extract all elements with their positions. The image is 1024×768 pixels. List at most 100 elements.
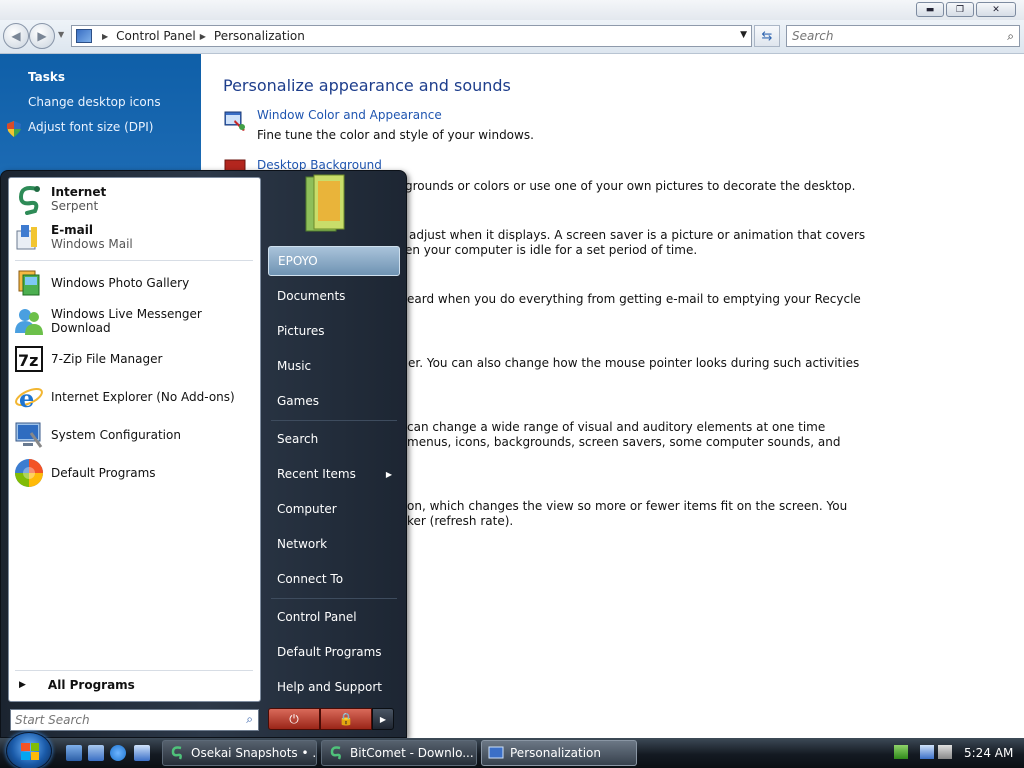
- desc-fragment: adjust when it displays. A screen saver …: [409, 228, 866, 242]
- computer-label: Computer: [277, 502, 337, 516]
- address-bar[interactable]: ▶ Control Panel ▶ Personalization ▼: [71, 25, 752, 47]
- security-icon[interactable]: [894, 745, 908, 759]
- recent-program[interactable]: 7z 7-Zip File Manager: [13, 343, 162, 375]
- breadcrumb-personalization[interactable]: Personalization: [214, 29, 305, 43]
- start-search-box[interactable]: ⌕: [10, 709, 259, 731]
- taskbar-button-bitcomet[interactable]: BitComet - Downlo...: [321, 740, 477, 766]
- divider: [271, 598, 397, 599]
- user-picture-icon: [305, 174, 345, 232]
- address-dropdown-icon[interactable]: ▼: [740, 30, 747, 40]
- photo-gallery-icon: [18, 270, 40, 296]
- svg-text:e: e: [19, 384, 34, 413]
- caption-buttons: ▬ ❐ ✕: [916, 2, 1016, 17]
- pinned-internet-subtitle: Serpent: [51, 199, 99, 213]
- pinned-internet-title: Internet: [51, 185, 107, 199]
- window-color-link[interactable]: Window Color and Appearance: [257, 108, 442, 122]
- recent-program-label: System Configuration: [51, 428, 181, 442]
- pinned-email[interactable]: E-mail Windows Mail: [13, 221, 133, 253]
- search-icon[interactable]: ⌕: [246, 712, 253, 727]
- control-panel-icon: [488, 746, 504, 759]
- system-tray: 5:24 AM: [886, 738, 1024, 768]
- computer-item[interactable]: Computer: [268, 494, 400, 524]
- recent-program[interactable]: System Configuration: [13, 419, 181, 451]
- connect-to-item[interactable]: Connect To: [268, 564, 400, 594]
- search-label: Search: [277, 432, 319, 446]
- recent-program[interactable]: Default Programs: [13, 457, 156, 489]
- default-programs-label: Default Programs: [277, 645, 382, 659]
- computer-icon[interactable]: [134, 745, 150, 761]
- all-programs-button[interactable]: ▶ All Programs: [19, 678, 135, 692]
- start-button[interactable]: [6, 732, 52, 768]
- desc-fragment: er. You can also change how the mouse po…: [408, 356, 860, 370]
- windows-mail-icon: [16, 225, 37, 250]
- user-folder-item[interactable]: EPOYO: [268, 246, 400, 276]
- games-item[interactable]: Games: [268, 386, 400, 416]
- taskbar: Osekai Snapshots • ... BitComet - Downlo…: [0, 732, 1024, 768]
- pictures-label: Pictures: [277, 324, 325, 338]
- shutdown-options-button[interactable]: ▶: [372, 708, 394, 730]
- search-item[interactable]: Search: [268, 424, 400, 454]
- recent-program[interactable]: Windows Live Messenger Download: [13, 305, 260, 337]
- taskbar-button-label: Osekai Snapshots • ...: [191, 746, 317, 760]
- network-item[interactable]: Network: [268, 529, 400, 559]
- messenger-icon: [15, 309, 43, 335]
- power-icon: ⏻: [289, 711, 299, 726]
- pinned-email-title: E-mail: [51, 223, 94, 237]
- pinned-internet[interactable]: Internet Serpent: [13, 183, 106, 215]
- chevron-right-icon: ▶: [385, 469, 392, 479]
- start-menu-programs-pane: Internet Serpent E-mail Windows Mail Win…: [8, 177, 261, 702]
- change-desktop-icons-link[interactable]: Change desktop icons: [28, 95, 161, 109]
- back-button[interactable]: ◀: [3, 23, 29, 49]
- documents-item[interactable]: Documents: [268, 281, 400, 311]
- refresh-button[interactable]: ⇆: [754, 25, 780, 47]
- desc-fragment: eard when you do everything from getting…: [407, 292, 861, 306]
- control-panel-label: Control Panel: [277, 610, 357, 624]
- taskbar-button-personalization[interactable]: Personalization: [481, 740, 637, 766]
- control-panel-item[interactable]: Control Panel: [268, 602, 400, 632]
- default-programs-item[interactable]: Default Programs: [268, 637, 400, 667]
- 7zip-icon: 7z: [15, 346, 43, 372]
- search-box[interactable]: ⌕: [786, 25, 1020, 47]
- power-button[interactable]: ⏻: [268, 708, 320, 730]
- user-folder-label: EPOYO: [278, 254, 318, 268]
- close-button[interactable]: ✕: [976, 2, 1016, 17]
- chevron-right-icon[interactable]: ▶: [200, 32, 206, 41]
- recent-program[interactable]: Windows Photo Gallery: [13, 267, 189, 299]
- show-desktop-icon[interactable]: [66, 745, 82, 761]
- chevron-right-icon: ▶: [19, 680, 26, 690]
- documents-label: Documents: [277, 289, 346, 303]
- network-label: Network: [277, 537, 328, 551]
- recent-items-item[interactable]: Recent Items ▶: [268, 459, 400, 489]
- power-controls: ⏻ 🔒 ▶: [268, 708, 395, 730]
- forward-button[interactable]: ▶: [29, 23, 55, 49]
- search-icon[interactable]: ⌕: [1007, 29, 1014, 44]
- minimize-button[interactable]: ▬: [916, 2, 944, 17]
- maximize-button[interactable]: ❐: [946, 2, 974, 17]
- lock-button[interactable]: 🔒: [320, 708, 372, 730]
- network-icon[interactable]: [920, 745, 934, 759]
- clock[interactable]: 5:24 AM: [964, 746, 1013, 760]
- recent-program-label: Windows Live Messenger Download: [51, 307, 202, 335]
- music-item[interactable]: Music: [268, 351, 400, 381]
- desc-fragment: on, which changes the view so more or fe…: [407, 499, 848, 513]
- search-input[interactable]: [787, 26, 987, 46]
- title-bar: ▬ ❐ ✕: [0, 0, 1024, 20]
- breadcrumb-control-panel[interactable]: Control Panel: [116, 29, 196, 43]
- help-support-item[interactable]: Help and Support: [268, 672, 400, 702]
- tasks-heading: Tasks: [28, 70, 66, 84]
- chevron-right-icon: ▶: [379, 714, 387, 724]
- switch-windows-icon[interactable]: [88, 745, 104, 761]
- start-search-input[interactable]: [11, 710, 226, 730]
- desc-fragment: can change a wide range of visual and au…: [407, 420, 826, 434]
- taskbar-button-osekai[interactable]: Osekai Snapshots • ...: [162, 740, 317, 766]
- lock-icon: 🔒: [338, 712, 354, 726]
- desc-fragment: ker (refresh rate).: [407, 514, 514, 528]
- recent-pages-dropdown[interactable]: ▼: [58, 30, 64, 39]
- recent-program[interactable]: e Internet Explorer (No Add-ons): [13, 381, 235, 413]
- pictures-item[interactable]: Pictures: [268, 316, 400, 346]
- internet-explorer-icon[interactable]: [110, 745, 126, 761]
- chevron-right-icon[interactable]: ▶: [102, 32, 108, 41]
- adjust-font-size-link[interactable]: Adjust font size (DPI): [28, 120, 153, 134]
- volume-muted-icon[interactable]: [938, 745, 952, 759]
- recent-program-label: Internet Explorer (No Add-ons): [51, 390, 235, 404]
